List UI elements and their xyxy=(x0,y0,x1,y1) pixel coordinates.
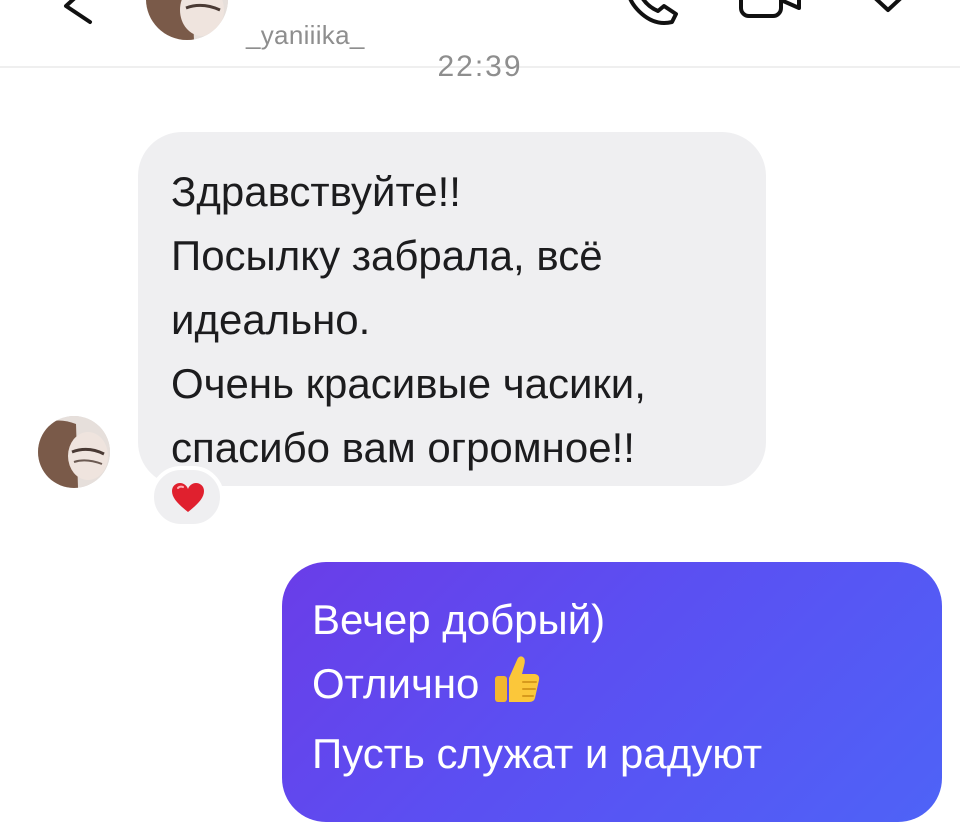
message-line: спасибо вам огромное!! xyxy=(171,424,635,471)
outgoing-message-bubble[interactable]: Вечер добрый) Отлично Пусть служат и рад… xyxy=(282,562,942,822)
phone-icon xyxy=(628,0,678,25)
avatar-photo xyxy=(38,416,110,488)
message-timestamp: 22:39 xyxy=(437,50,523,83)
sender-avatar[interactable] xyxy=(38,416,110,488)
message-line-text: Отлично xyxy=(312,660,480,707)
message-line: Отлично xyxy=(312,652,942,722)
chevron-left-icon xyxy=(64,0,92,24)
video-camera-icon xyxy=(739,0,801,18)
video-call-button[interactable] xyxy=(735,0,803,28)
back-button[interactable] xyxy=(52,0,112,40)
username[interactable]: _yaniiika_ xyxy=(246,20,365,51)
tag-button[interactable] xyxy=(854,0,922,28)
message-line: идеально. xyxy=(171,296,371,343)
heart-icon xyxy=(172,483,204,512)
incoming-message-bubble[interactable]: Здравствуйте!! Посылку забрала, всё идеа… xyxy=(138,132,766,486)
avatar-photo xyxy=(146,0,228,40)
message-line: Пусть служат и радуют xyxy=(312,730,763,777)
message-line: Здравствуйте!! xyxy=(171,168,461,215)
call-button[interactable] xyxy=(620,0,684,28)
message-line: Очень красивые часики, xyxy=(171,360,646,407)
message-line: Посылку забрала, всё xyxy=(171,232,603,279)
header-avatar[interactable] xyxy=(146,0,228,40)
thumbs-up-icon xyxy=(493,654,541,722)
tag-icon xyxy=(874,0,902,12)
message-line: Вечер добрый) xyxy=(312,596,606,643)
heart-reaction[interactable] xyxy=(150,466,224,528)
